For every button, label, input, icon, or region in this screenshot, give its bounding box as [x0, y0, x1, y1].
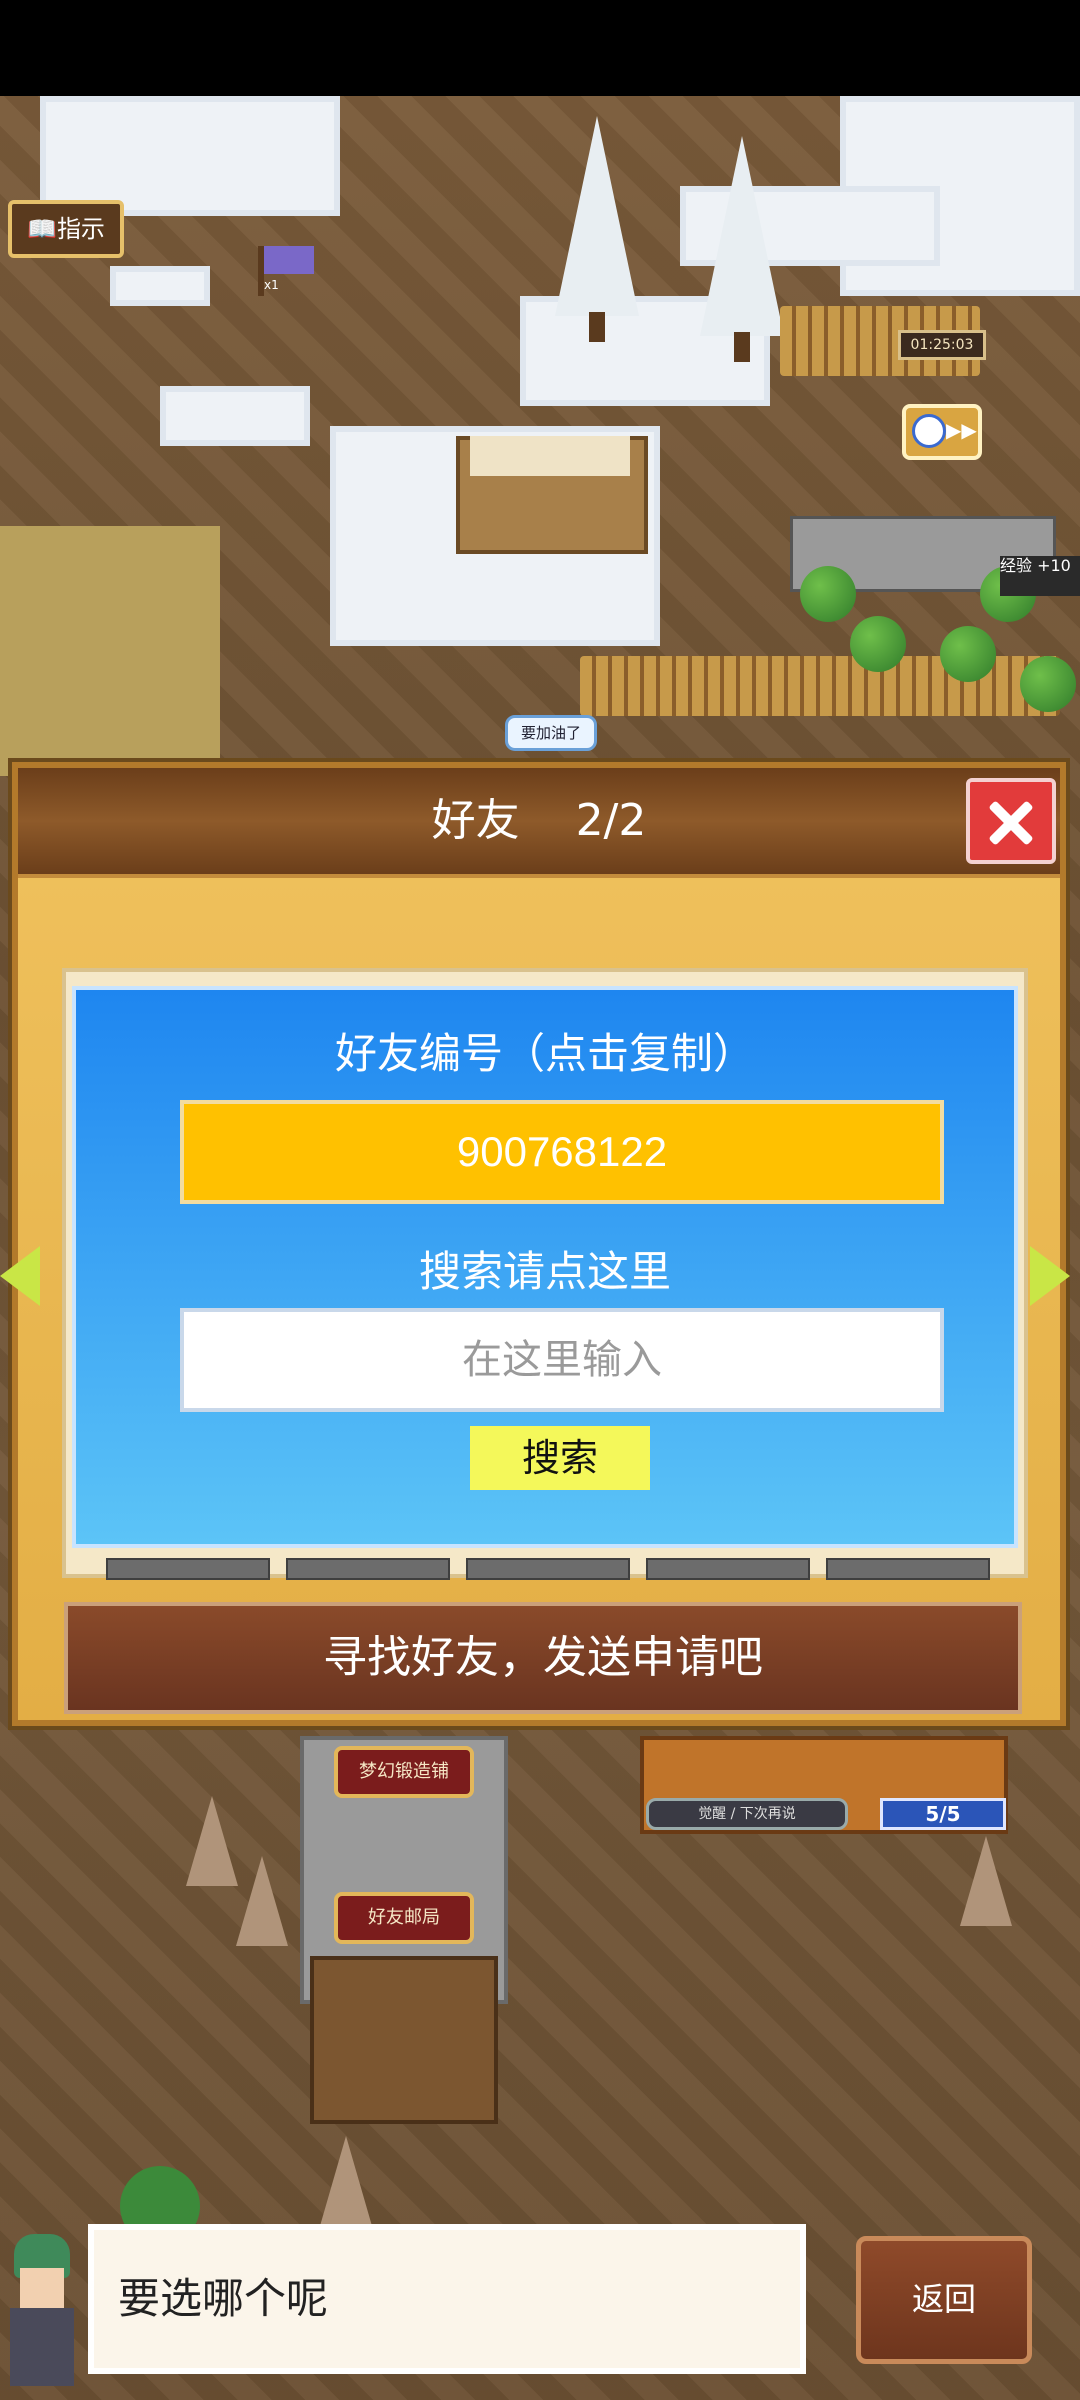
tree-trunk	[589, 312, 605, 342]
apple-tree	[800, 566, 856, 622]
apple-tree	[1020, 656, 1076, 712]
avatar-body	[10, 2308, 74, 2386]
tree-trunk	[734, 332, 750, 362]
progress-bar: 觉醒 / 下次再说	[646, 1798, 848, 1830]
snow-pine-tree	[700, 136, 784, 336]
exp-tag: 经验 +10	[1000, 556, 1080, 596]
snow-patch	[110, 266, 210, 306]
fast-forward-button[interactable]: ▶▶	[902, 404, 982, 460]
book-icon: 📖	[27, 215, 57, 243]
tab-slot[interactable]	[826, 1558, 990, 1580]
fast-forward-icon: ▶▶	[946, 418, 977, 442]
forge-sign[interactable]: 梦幻锻造铺	[334, 1746, 474, 1798]
snow-patch	[40, 96, 340, 216]
rock-spire	[320, 2136, 372, 2226]
snow-pine-tree	[555, 116, 639, 316]
dialog-title-text: 好友	[431, 795, 520, 846]
post-office-sign[interactable]: 好友邮局	[334, 1892, 474, 1944]
friend-id-panel: 好友编号（点击复制） 900768122 搜索请点这里 搜索	[72, 986, 1018, 1548]
snow-patch	[160, 386, 310, 446]
count-badge: 5/5	[880, 1798, 1006, 1830]
post-office-building[interactable]	[310, 1956, 498, 2124]
wheat-field	[0, 526, 220, 776]
search-button[interactable]: 搜索	[470, 1426, 650, 1490]
rock-spire	[960, 1836, 1012, 1926]
apple-tree	[850, 616, 906, 672]
tent-roof	[470, 436, 630, 476]
clock-icon	[912, 414, 946, 448]
tab-slot[interactable]	[466, 1558, 630, 1580]
arrow-left-icon[interactable]	[0, 1246, 40, 1306]
search-input[interactable]	[180, 1308, 944, 1412]
tab-slot[interactable]	[646, 1558, 810, 1580]
friend-id-label: 好友编号（点击复制）	[334, 1029, 755, 1078]
find-friends-button[interactable]: 寻找好友，发送申请吧	[64, 1602, 1022, 1714]
tab-slot[interactable]	[286, 1558, 450, 1580]
apple-tree	[940, 626, 996, 682]
guide-button[interactable]: 📖指示	[8, 200, 124, 258]
prompt-box: 要选哪个呢	[88, 2224, 806, 2374]
dialog-title: 好友 2/2	[18, 768, 1060, 874]
flag-count: x1	[264, 278, 279, 292]
friend-id-copy-button[interactable]: 900768122	[180, 1100, 944, 1204]
rock-spire	[186, 1796, 238, 1886]
character-avatar	[0, 2228, 86, 2390]
dialog-title-count: 2/2	[575, 795, 647, 846]
flag-icon[interactable]	[264, 246, 314, 274]
status-bar	[0, 0, 1080, 96]
rock-spire	[236, 1856, 288, 1946]
avatar-face	[20, 2268, 64, 2308]
close-icon[interactable]	[966, 778, 1056, 864]
guide-label: 指示	[56, 215, 105, 243]
arrow-right-icon[interactable]	[1030, 1246, 1070, 1306]
speech-bubble: 要加油了	[505, 715, 597, 751]
back-button[interactable]: 返回	[856, 2236, 1032, 2364]
friend-dialog: 好友 2/2 好友编号（点击复制） 900768122 搜索请点这里 搜索 寻找…	[0, 762, 1070, 1726]
timer-display: 01:25:03	[898, 330, 986, 360]
search-label: 搜索请点这里	[418, 1247, 671, 1296]
tab-slot[interactable]	[106, 1558, 270, 1580]
